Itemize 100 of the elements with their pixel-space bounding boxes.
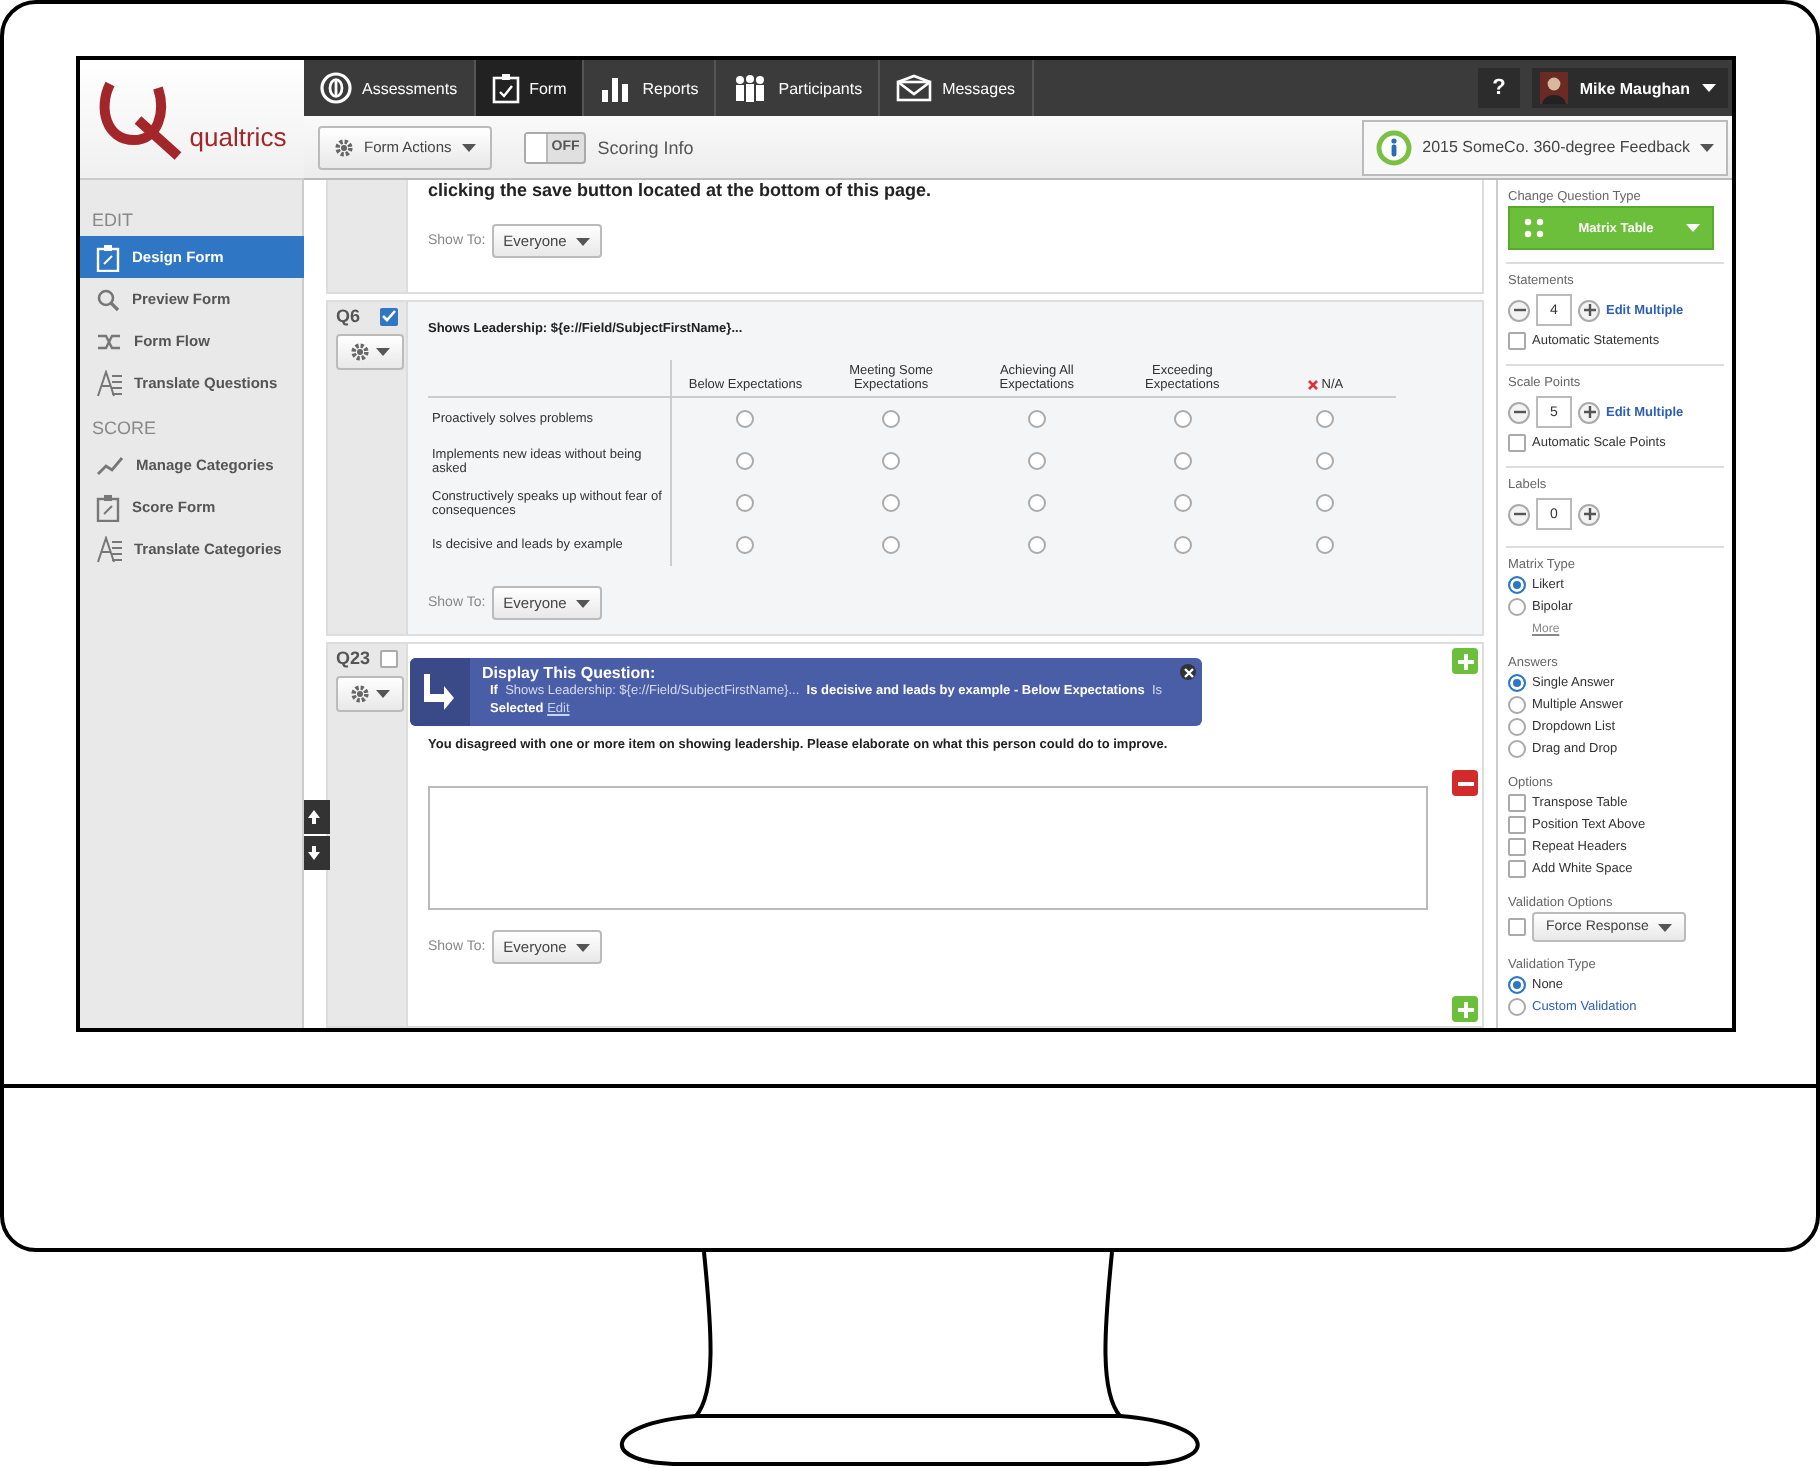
radio-button[interactable] xyxy=(1027,535,1046,553)
question-number: Q23 xyxy=(336,648,371,668)
radio-button[interactable] xyxy=(1508,998,1526,1016)
radio-button[interactable] xyxy=(1508,718,1526,736)
checkbox[interactable] xyxy=(380,649,398,667)
radio-button[interactable] xyxy=(1316,535,1335,553)
move-down-button[interactable] xyxy=(304,836,330,870)
caret-icon xyxy=(1702,84,1716,92)
decrement-button[interactable] xyxy=(1508,503,1530,525)
decrement-button[interactable] xyxy=(1508,401,1530,423)
move-up-button[interactable] xyxy=(304,800,330,834)
radio-button[interactable] xyxy=(1316,409,1335,427)
plus-icon xyxy=(1457,1001,1473,1017)
display-logic-title: Display This Question: xyxy=(482,664,658,682)
caret-icon xyxy=(576,943,591,951)
increment-button[interactable] xyxy=(1578,299,1600,321)
trend-line-icon xyxy=(96,455,124,475)
radio-button[interactable] xyxy=(1027,493,1046,511)
plus-icon xyxy=(1583,304,1595,316)
help-button[interactable]: ? xyxy=(1478,68,1520,108)
checkbox[interactable] xyxy=(1508,794,1526,812)
radio-button[interactable] xyxy=(1508,976,1526,994)
checkbox[interactable] xyxy=(1508,434,1526,452)
checkbox[interactable] xyxy=(1508,332,1526,350)
radio-button[interactable] xyxy=(736,409,755,427)
radio-button[interactable] xyxy=(1027,409,1046,427)
caret-icon xyxy=(576,237,591,245)
answer-box[interactable] xyxy=(428,786,1428,910)
radio-button[interactable] xyxy=(1173,535,1192,553)
flow-icon xyxy=(96,331,122,351)
clipboard-icon xyxy=(96,493,120,521)
radio-button[interactable] xyxy=(882,451,901,469)
add-button[interactable] xyxy=(1452,996,1478,1022)
add-button[interactable] xyxy=(1452,648,1478,674)
people-icon xyxy=(732,74,769,102)
x-icon xyxy=(1307,379,1318,390)
caret-icon xyxy=(576,599,591,607)
checkbox[interactable] xyxy=(1508,816,1526,834)
clipboard-icon xyxy=(491,72,520,104)
radio-button[interactable] xyxy=(736,535,755,553)
radio-button[interactable] xyxy=(1316,451,1335,469)
question-number: Q6 xyxy=(336,306,361,326)
radio-button[interactable] xyxy=(1173,493,1192,511)
remove-button[interactable] xyxy=(1452,770,1478,796)
minus-icon xyxy=(1513,508,1525,520)
gear-icon xyxy=(334,137,354,157)
q-logo-icon xyxy=(97,79,186,159)
radio-button[interactable] xyxy=(1316,493,1335,511)
close-button[interactable] xyxy=(1180,664,1196,680)
question-settings-button[interactable] xyxy=(336,676,404,712)
increment-button[interactable] xyxy=(1578,401,1600,423)
radio-button[interactable] xyxy=(1173,451,1192,469)
check-icon xyxy=(382,310,396,322)
down-arrow-icon xyxy=(305,844,321,862)
gear-icon xyxy=(350,342,370,362)
clipboard-icon xyxy=(96,243,120,271)
search-icon xyxy=(96,287,120,311)
translate-icon xyxy=(96,369,122,397)
envelope-icon xyxy=(896,74,933,102)
minus-icon xyxy=(1513,406,1525,418)
radio-button[interactable] xyxy=(1508,696,1526,714)
logo-wordmark: qualtrics xyxy=(189,122,287,152)
radio-button[interactable] xyxy=(1027,451,1046,469)
radio-button[interactable] xyxy=(736,493,755,511)
checkbox[interactable] xyxy=(380,307,398,325)
sidebar-heading: SCORE xyxy=(90,416,159,442)
caret-icon xyxy=(1658,923,1673,931)
radio-button[interactable] xyxy=(1508,740,1526,758)
caret-icon xyxy=(1700,143,1714,151)
user-menu[interactable]: Mike Maughan xyxy=(1531,68,1728,108)
radio-button[interactable] xyxy=(1508,576,1526,594)
radio-button[interactable] xyxy=(882,535,901,553)
plus-icon xyxy=(1457,653,1473,669)
caret-icon xyxy=(376,348,390,356)
checkbox[interactable] xyxy=(1508,918,1526,936)
project-dropdown[interactable]: 2015 SomeCo. 360-degree Feedback xyxy=(1362,119,1728,175)
matrix-grid-icon xyxy=(1522,216,1546,240)
radio-button[interactable] xyxy=(882,493,901,511)
translate-icon xyxy=(96,535,122,563)
radio-button[interactable] xyxy=(1173,409,1192,427)
nav-tab[interactable]: Form xyxy=(475,60,585,116)
question-settings-button[interactable] xyxy=(336,334,404,370)
plus-icon xyxy=(1583,508,1595,520)
radio-button[interactable] xyxy=(1508,674,1526,692)
radio-button[interactable] xyxy=(1508,598,1526,616)
increment-button[interactable] xyxy=(1578,503,1600,525)
radio-button[interactable] xyxy=(882,409,901,427)
caret-icon xyxy=(1686,224,1700,232)
decrement-button[interactable] xyxy=(1508,299,1530,321)
radio-button[interactable] xyxy=(736,451,755,469)
checkbox[interactable] xyxy=(1508,838,1526,856)
checkbox[interactable] xyxy=(1508,860,1526,878)
question-text: clicking the save button located at the bottom of this page. xyxy=(428,180,934,200)
scoring-label: Scoring Info xyxy=(597,137,694,157)
minus-icon xyxy=(1513,304,1525,316)
plus-icon xyxy=(1583,406,1595,418)
caret-icon xyxy=(376,690,390,698)
sidebar-heading: EDIT xyxy=(90,208,136,234)
caret-icon xyxy=(461,143,476,151)
circle-logo-icon xyxy=(320,72,352,104)
